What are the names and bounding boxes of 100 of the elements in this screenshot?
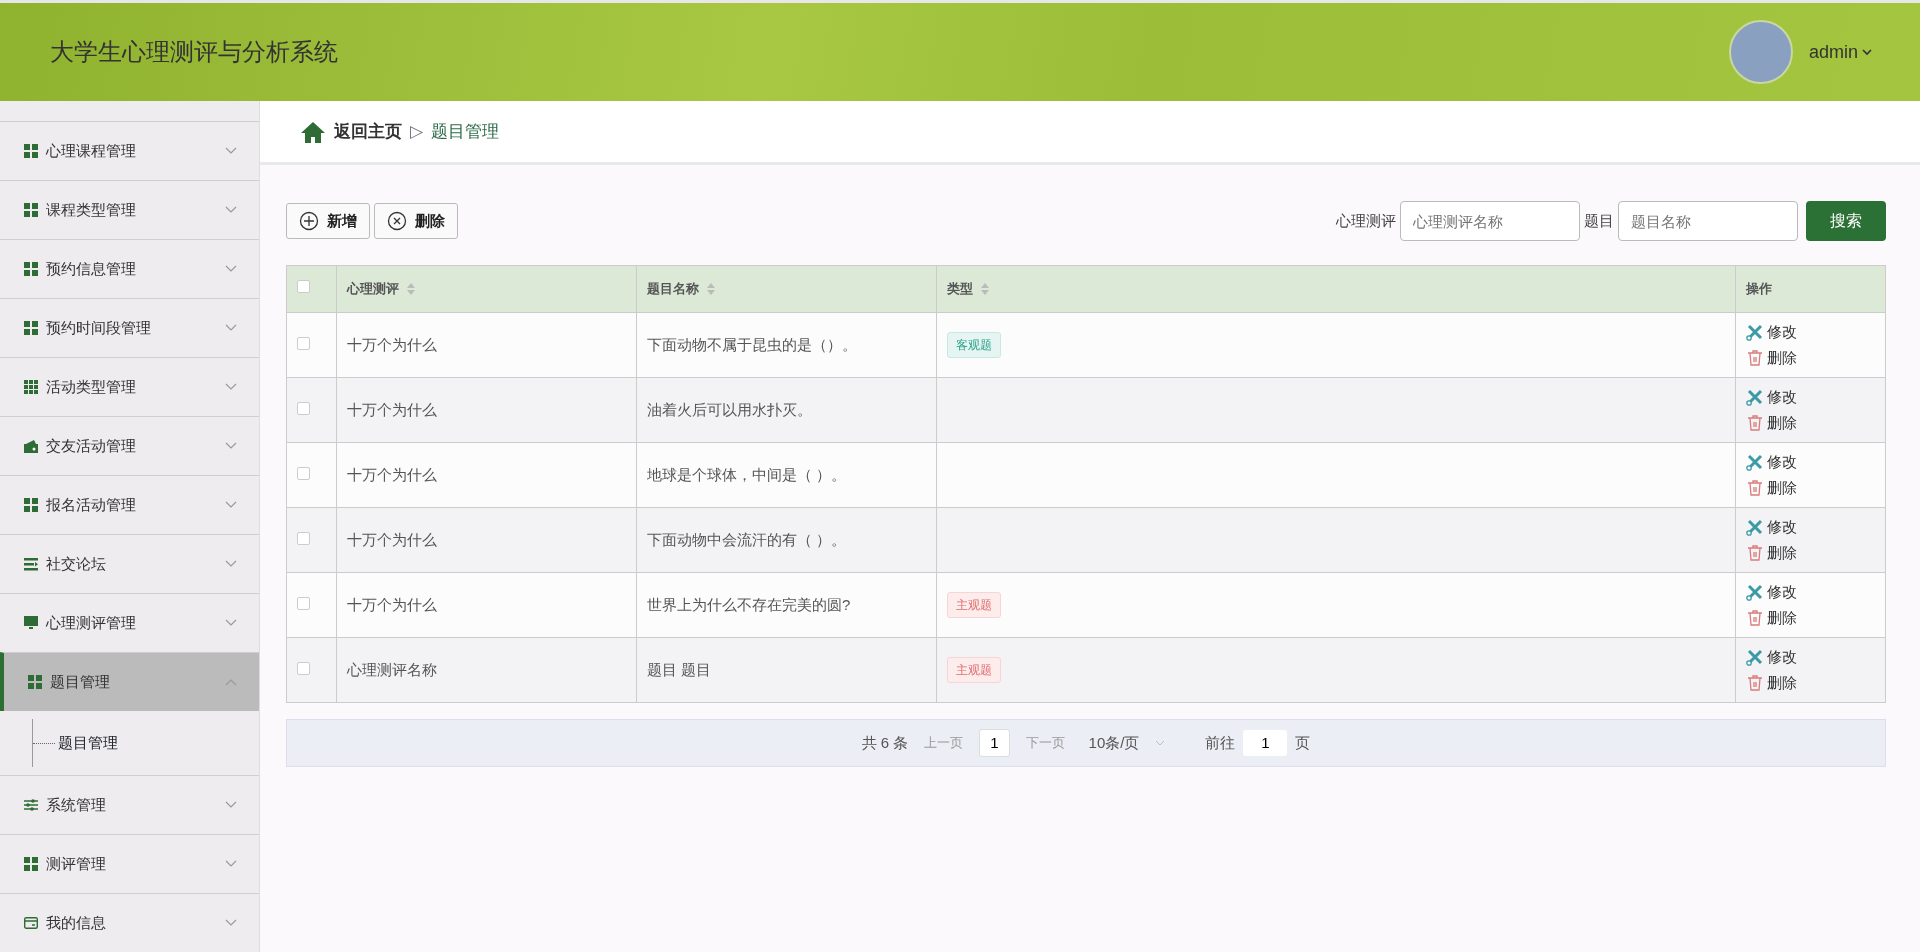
sidebar-item[interactable]: 预约信息管理 [0,239,259,298]
tools-icon [1746,322,1764,341]
delete-link[interactable]: 删除 [1746,410,1875,437]
search-field[interactable]: 心理测评名称 [1400,201,1580,241]
delete-link[interactable]: 删除 [1746,540,1875,567]
sidebar-item[interactable]: 我的信息 [0,893,259,952]
type-tag: 主观题 [947,657,1001,683]
chevron-down-icon [225,919,237,927]
user-menu[interactable]: admin [1808,38,1872,66]
checkbox[interactable] [297,401,310,415]
search-button[interactable]: 搜索 [1806,201,1886,241]
trash-icon [1746,674,1764,693]
tools-icon [1746,517,1764,536]
sidebar-item[interactable]: 课程类型管理 [0,180,259,239]
grid-icon [24,498,38,512]
chevron-down-icon [225,801,237,809]
page-suffix: 页 [1295,732,1311,753]
delete-button[interactable]: 删除 [374,203,458,239]
card-icon [24,916,38,930]
plus-circle-icon [299,211,319,231]
sidebar-item[interactable]: 测评管理 [0,834,259,893]
edit-link[interactable]: 修改 [1746,448,1875,475]
chevron-up-icon [225,678,237,686]
edit-link[interactable]: 修改 [1746,513,1875,540]
table-cell: 十万个为什么 [347,400,437,418]
checkbox[interactable] [297,466,310,480]
chevron-down-icon [225,206,237,214]
sidebar-item[interactable]: 活动类型管理 [0,357,259,416]
sidebar-item[interactable]: 题目管理 [0,652,259,711]
home-icon [300,120,326,143]
chevron-down-icon [225,383,237,391]
sidebar-item[interactable]: 社交论坛 [0,534,259,593]
sidebar-item[interactable]: 预约时间段管理 [0,298,259,357]
trash-icon [1746,349,1764,368]
submenu-item[interactable]: 题目管理 [58,731,118,755]
checkbox[interactable] [297,661,310,675]
trash-icon [1746,544,1764,563]
filter-label: 题目 [1584,210,1614,231]
chevron-down-icon [225,442,237,450]
chevron-down-icon [1155,740,1166,746]
type-tag: 客观题 [947,332,1001,358]
table-cell: 地球是个球体，中间是（ ）。 [647,465,847,483]
trash-icon [1746,609,1764,628]
home-link[interactable]: 返回主页 [334,118,402,145]
table-cell: 下面动物不属于昆虫的是（）。 [647,335,857,353]
wallet-icon [24,439,38,453]
goto-field[interactable]: 1 [1243,729,1288,757]
edit-link[interactable]: 修改 [1746,318,1875,345]
chevron-down-icon [225,560,237,568]
table-cell: 十万个为什么 [347,335,437,353]
search-field[interactable]: 题目名称 [1618,201,1798,241]
lines-icon [24,557,38,571]
chevron-down-icon [225,619,237,627]
tools-icon [1746,387,1764,406]
grid-icon [24,144,38,158]
app-title: 大学生心理测评与分析系统 [50,37,338,67]
column-header: 心理测评 [347,280,399,299]
grid-icon [24,203,38,217]
tools-icon [1746,452,1764,471]
page-size-select[interactable]: 10条/页 [1088,731,1166,755]
filter-label: 心理测评 [1336,210,1396,231]
sidebar-item[interactable]: 报名活动管理 [0,475,259,534]
column-header: 类型 [947,280,973,299]
page-number[interactable]: 1 [979,728,1010,758]
table-cell: 下面动物中会流汗的有（ ）。 [647,530,847,548]
sidebar-item[interactable]: 系统管理 [0,775,259,834]
total-count: 共 6 条 [861,732,909,753]
breadcrumb-separator: ▷ [410,120,424,143]
sidebar-item[interactable]: 心理课程管理 [0,121,259,180]
table-cell: 十万个为什么 [347,465,437,483]
delete-link[interactable]: 删除 [1746,475,1875,502]
table-cell: 心理测评名称 [347,660,437,678]
edit-link[interactable]: 修改 [1746,578,1875,605]
checkbox[interactable] [297,531,310,545]
chevron-down-icon [225,860,237,868]
column-header: 题目名称 [647,280,699,299]
grid-icon [24,321,38,335]
delete-link[interactable]: 删除 [1746,670,1875,697]
edit-link[interactable]: 修改 [1746,643,1875,670]
grid-icon [24,857,38,871]
breadcrumb-current: 题目管理 [431,120,500,143]
delete-link[interactable]: 删除 [1746,605,1875,632]
table-cell: 油着火后可以用水扑灭。 [647,400,812,418]
chevron-down-icon [225,147,237,155]
goto-label: 前往 [1205,732,1236,753]
checkbox[interactable] [297,336,310,350]
add-button[interactable]: 新增 [286,203,370,239]
chevron-down-icon [225,324,237,332]
trash-icon [1746,479,1764,498]
chevron-down-icon [225,501,237,509]
column-header: 操作 [1746,280,1772,299]
delete-link[interactable]: 删除 [1746,345,1875,372]
grid-icon [24,380,38,394]
tools-icon [1746,647,1764,666]
sidebar-item[interactable]: 交友活动管理 [0,416,259,475]
checkbox[interactable] [297,280,310,294]
trash-icon [1746,414,1764,433]
chevron-down-icon [1862,48,1872,56]
edit-link[interactable]: 修改 [1746,383,1875,410]
checkbox[interactable] [297,596,310,610]
